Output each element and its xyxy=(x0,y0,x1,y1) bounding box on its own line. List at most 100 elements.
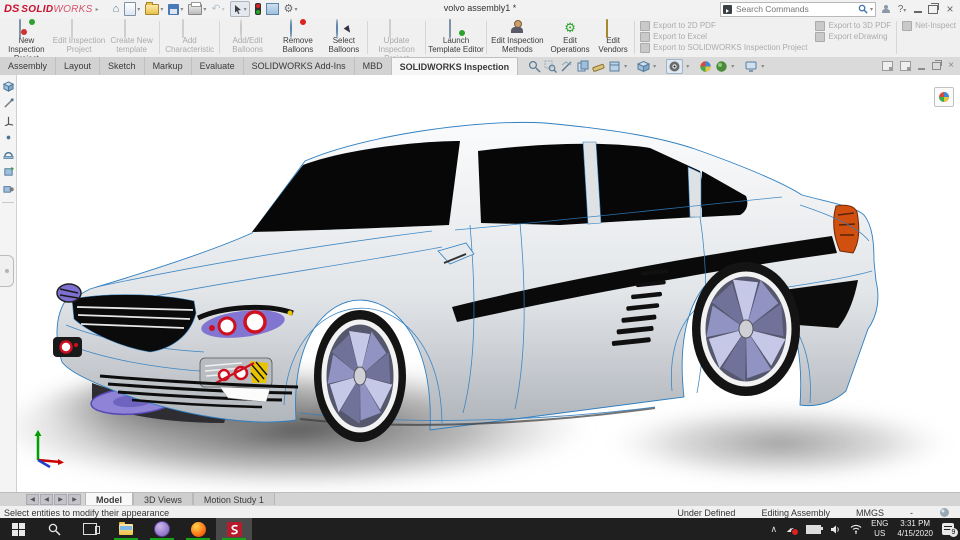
sketch-icon[interactable] xyxy=(3,98,14,109)
units-selector[interactable]: MMGS xyxy=(856,508,884,518)
new-inspection-project-button[interactable]: New Inspection Project xyxy=(0,18,53,63)
undo-button[interactable]: ↶ ▾ xyxy=(211,3,224,15)
edit-inspection-project-button[interactable]: Edit Inspection Project xyxy=(53,18,106,57)
login-icon[interactable] xyxy=(882,5,890,13)
display-pane-button[interactable] xyxy=(934,87,954,107)
point-icon[interactable] xyxy=(3,132,14,143)
cascade-windows-icon[interactable] xyxy=(900,61,912,71)
export-to-sw-inspection-button[interactable]: Export to SOLIDWORKS Inspection Project xyxy=(640,42,807,53)
mate-icon[interactable] xyxy=(3,149,14,160)
measure-icon[interactable] xyxy=(592,60,605,73)
menu-expand-icon[interactable]: ▸ xyxy=(96,6,99,13)
last-tab-arrow[interactable]: ▶ xyxy=(68,494,81,505)
edit-vendors-button[interactable]: Edit Vendors xyxy=(593,18,633,57)
home-button[interactable]: ⌂ xyxy=(113,3,120,15)
file-explorer-button[interactable] xyxy=(108,518,144,540)
assembly-tree-icon[interactable] xyxy=(2,81,14,92)
front-wheel[interactable] xyxy=(314,310,406,442)
wifi-icon[interactable] xyxy=(850,524,862,534)
remove-balloons-button[interactable]: Remove Balloons xyxy=(274,18,322,57)
prev-tab-arrow[interactable]: ◀ xyxy=(40,494,53,505)
select-tool-button[interactable]: ▾ xyxy=(229,1,250,17)
edit-inspection-methods-button[interactable]: Edit Inspection Methods xyxy=(488,18,547,57)
tab-assembly[interactable]: Assembly xyxy=(0,57,57,75)
search-icon[interactable] xyxy=(858,4,868,14)
tab-mbd[interactable]: MBD xyxy=(354,57,392,75)
minimize-button[interactable] xyxy=(914,11,922,13)
select-balloons-button[interactable]: Select Balloons xyxy=(322,18,366,57)
volume-icon[interactable] xyxy=(830,524,841,535)
save-button[interactable]: ▾ xyxy=(168,3,183,15)
view-selector-icon[interactable] xyxy=(576,60,589,73)
zoom-area-icon[interactable] xyxy=(544,60,558,73)
display-style-button[interactable] xyxy=(666,58,684,74)
language-indicator[interactable]: ENG US xyxy=(871,519,888,538)
doc-close-button[interactable]: × xyxy=(948,61,954,71)
start-button[interactable] xyxy=(0,518,36,540)
clock[interactable]: 3:31 PM 4/15/2020 xyxy=(897,519,933,538)
apply-scene-icon[interactable] xyxy=(715,60,728,73)
status-tag-icon[interactable] xyxy=(939,507,950,518)
torrent-app-button[interactable] xyxy=(144,518,180,540)
zoom-fit-icon[interactable] xyxy=(528,60,541,73)
launch-template-editor-button[interactable]: Launch Template Editor xyxy=(427,18,484,57)
taskbar-search-button[interactable] xyxy=(36,518,72,540)
settings-button[interactable]: ⚙ ▾ xyxy=(284,3,298,15)
add-characteristic-icon xyxy=(182,19,197,38)
net-inspect-button[interactable]: Net-Inspect xyxy=(902,20,956,31)
car-3d-model[interactable] xyxy=(0,75,960,492)
rear-wheel[interactable] xyxy=(692,262,800,396)
first-tab-arrow[interactable]: ◀ xyxy=(26,494,39,505)
doc-restore-button[interactable] xyxy=(932,60,943,70)
panel-collapse-handle[interactable] xyxy=(0,255,14,287)
export-to-excel-button[interactable]: Export to Excel xyxy=(640,31,807,42)
tab-solidworks-addins[interactable]: SOLIDWORKS Add-Ins xyxy=(243,57,355,75)
edit-operations-button[interactable]: ⚙ Edit Operations xyxy=(547,18,593,57)
next-tab-arrow[interactable]: ▶ xyxy=(54,494,67,505)
add-edit-balloons-button[interactable]: Add/Edit Balloons xyxy=(221,18,274,57)
new-window-icon[interactable] xyxy=(882,61,894,71)
task-view-button[interactable] xyxy=(72,518,108,540)
action-center-icon[interactable]: 9 xyxy=(942,523,958,537)
create-new-template-button[interactable]: Create New template xyxy=(105,18,158,57)
new-document-button[interactable]: ▾ xyxy=(124,2,140,16)
view-settings-icon[interactable] xyxy=(744,60,758,73)
help-button[interactable]: ?▾ xyxy=(896,4,908,15)
tab-evaluate[interactable]: Evaluate xyxy=(191,57,244,75)
export-to-2d-pdf-button[interactable]: Export to 2D PDF xyxy=(640,20,807,31)
motion-icon[interactable] xyxy=(2,183,14,194)
section-view-icon[interactable] xyxy=(560,60,573,73)
rebuild-icon[interactable] xyxy=(254,3,261,15)
battery-icon[interactable] xyxy=(806,524,824,534)
search-scope-icon[interactable] xyxy=(723,4,732,14)
insert-component-icon[interactable] xyxy=(3,166,14,177)
solidworks-taskbar-button[interactable] xyxy=(216,518,252,540)
tab-solidworks-inspection[interactable]: SOLIDWORKS Inspection xyxy=(391,57,519,75)
firefox-button[interactable] xyxy=(180,518,216,540)
export-edrawing-button[interactable]: Export eDrawing xyxy=(815,31,891,42)
search-commands-box[interactable]: ▾ xyxy=(720,1,876,17)
tab-layout[interactable]: Layout xyxy=(56,57,101,75)
edit-appearance-icon[interactable] xyxy=(699,60,712,73)
print-button[interactable]: ▾ xyxy=(188,1,206,15)
export-to-3d-pdf-button[interactable]: Export to 3D PDF xyxy=(815,20,891,31)
onedrive-error-icon[interactable]: ☁ xyxy=(786,523,800,536)
doc-minimize-button[interactable] xyxy=(918,67,926,70)
hide-show-items-icon[interactable] xyxy=(637,60,651,73)
windshield xyxy=(252,141,460,232)
assembly-visualization-icon[interactable] xyxy=(608,60,621,73)
custom-status[interactable]: - xyxy=(910,508,913,518)
close-button[interactable]: × xyxy=(944,2,956,16)
restore-button[interactable] xyxy=(928,2,939,14)
search-input[interactable] xyxy=(734,3,856,15)
add-characteristic-button[interactable]: Add Characteristic xyxy=(161,18,218,57)
tab-sketch[interactable]: Sketch xyxy=(100,57,145,75)
tab-markup[interactable]: Markup xyxy=(144,57,192,75)
axes-icon[interactable] xyxy=(3,115,14,126)
tray-chevron-icon[interactable]: ∧ xyxy=(770,524,777,535)
graphics-viewport[interactable] xyxy=(0,75,960,498)
create-new-template-icon xyxy=(124,19,139,38)
open-button[interactable]: ▾ xyxy=(145,1,163,15)
update-inspection-project-button[interactable]: Update Inspection Project xyxy=(369,18,425,63)
options-table-icon[interactable] xyxy=(265,3,279,15)
